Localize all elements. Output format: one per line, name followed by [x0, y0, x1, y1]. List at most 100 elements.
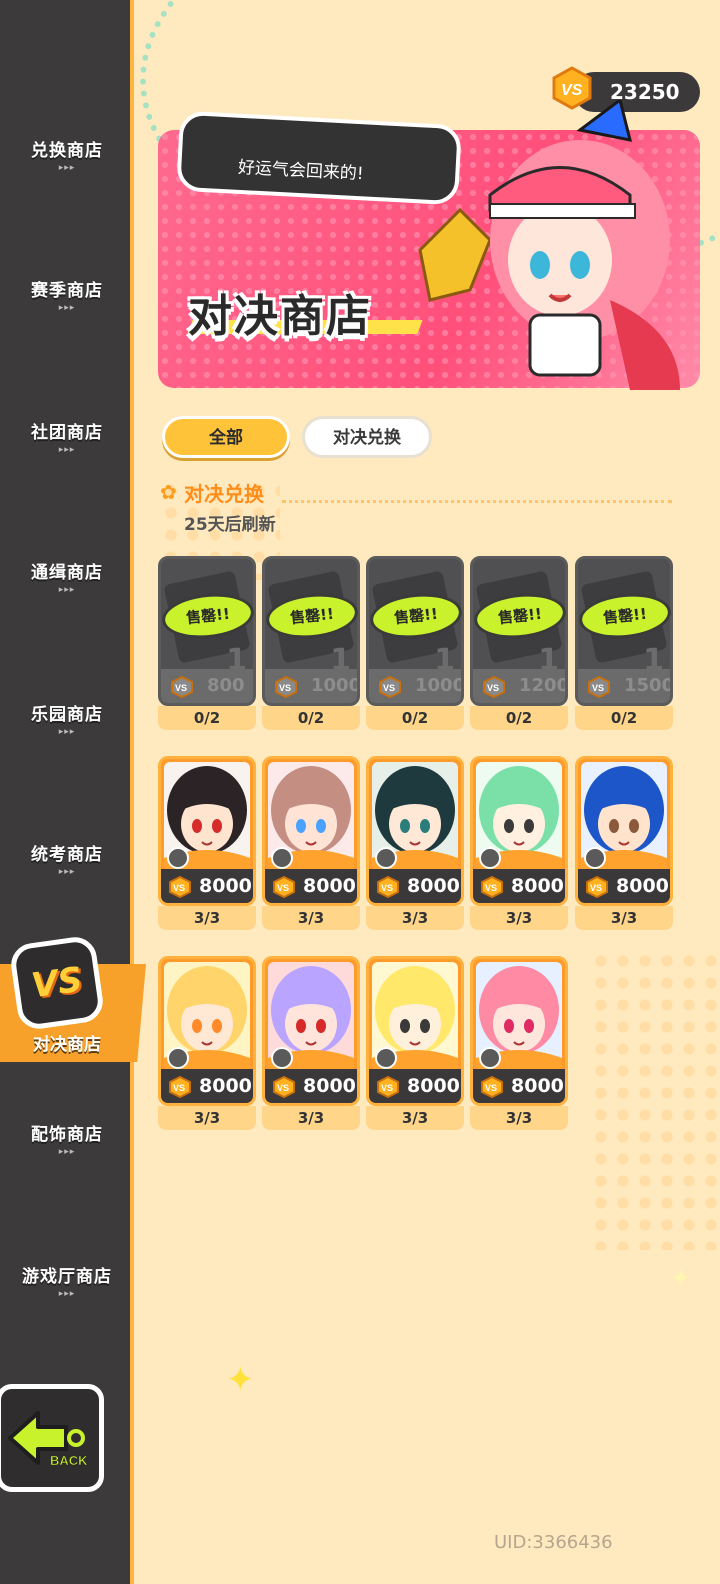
svg-text:VS: VS — [485, 1083, 497, 1093]
item-price: VS 8000 — [161, 1069, 253, 1103]
chevron-right-icon: ▸▸▸ — [58, 303, 76, 313]
shop-item-avatar[interactable]: VS 8000 3/3 — [575, 756, 673, 930]
svg-text:VS: VS — [277, 1083, 289, 1093]
tab-duel-exchange[interactable]: 对决兑换 — [302, 416, 432, 458]
shop-item-soldout[interactable]: 1 VS 1200 售罄!! 0/2 — [470, 556, 569, 730]
shop-item-avatar[interactable]: VS 8000 3/3 — [470, 956, 568, 1130]
purchase-limit: 0/2 — [575, 706, 673, 730]
item-card: VS 8000 — [366, 956, 464, 1106]
purchase-limit: 3/3 — [262, 1106, 360, 1130]
purchase-limit: 3/3 — [366, 1106, 464, 1130]
key-icon — [479, 1047, 501, 1069]
shop-item-soldout[interactable]: 1 VS 1000 售罄!! 0/2 — [366, 556, 465, 730]
mascot-character-illustration — [418, 100, 680, 390]
sidebar-item[interactable]: 赛季商店 ▸▸▸ — [0, 276, 134, 336]
item-price: VS 8000 — [161, 869, 253, 903]
purchase-limit: 3/3 — [158, 906, 256, 930]
key-icon — [375, 847, 397, 869]
shop-item-avatar[interactable]: VS 8000 3/3 — [366, 956, 464, 1130]
chevron-right-icon: ▸▸▸ — [58, 867, 76, 877]
chevron-right-icon: ▸▸▸ — [58, 163, 76, 173]
svg-text:VS: VS — [279, 683, 291, 693]
vs-coin-icon: VS — [586, 876, 608, 898]
svg-text:VS: VS — [175, 683, 187, 693]
sidebar-item-label: 统考商店 — [31, 845, 103, 865]
flower-icon: ✿ — [160, 480, 177, 504]
shop-item-soldout[interactable]: 1 VS 1000 售罄!! 0/2 — [262, 556, 361, 730]
shop-item-soldout[interactable]: 1 VS 800 售罄!! 0/2 — [158, 556, 257, 730]
item-price: VS 8000 — [473, 1069, 565, 1103]
sparkle-icon: ✦ — [226, 1360, 255, 1400]
sidebar-item[interactable]: 通缉商店 ▸▸▸ — [0, 558, 134, 618]
svg-text:VS: VS — [277, 883, 289, 893]
shop-sidebar: 兑换商店 ▸▸▸ 赛季商店 ▸▸▸ 社团商店 ▸▸▸ 通缉商店 ▸▸▸ 乐园商店 ▸▸▸ 统考商店 ▸… — [0, 0, 146, 1584]
section-divider — [282, 500, 672, 503]
shop-item-avatar[interactable]: VS 8000 3/3 — [158, 956, 256, 1130]
item-card: VS 8000 — [366, 756, 464, 906]
shop-item-avatar[interactable]: VS 8000 3/3 — [262, 756, 360, 930]
item-price: VS 1000 — [369, 669, 461, 703]
sidebar-item[interactable]: 统考商店 ▸▸▸ — [0, 840, 134, 900]
svg-text:VS: VS — [592, 683, 604, 693]
svg-text:VS: VS — [173, 1083, 185, 1093]
svg-text:VS: VS — [381, 883, 393, 893]
back-button[interactable]: BACK — [0, 1384, 104, 1492]
vs-coin-icon: VS — [483, 676, 505, 698]
purchase-limit: 3/3 — [470, 906, 568, 930]
purchase-limit: 0/2 — [470, 706, 568, 730]
chevron-right-icon: ▸▸▸ — [58, 1289, 76, 1299]
chevron-right-icon: ▸▸▸ — [58, 445, 76, 455]
sidebar-item-label: 配饰商店 — [31, 1125, 103, 1145]
item-price: VS 8000 — [369, 869, 461, 903]
sidebar-item-label: 社团商店 — [31, 423, 103, 443]
shop-item-avatar[interactable]: VS 8000 3/3 — [158, 756, 256, 930]
sidebar-item[interactable]: 游戏厅商店 ▸▸▸ — [0, 1262, 134, 1322]
item-price: VS 8000 — [473, 869, 565, 903]
vs-badge-icon[interactable]: VS — [8, 934, 106, 1032]
key-icon — [584, 847, 606, 869]
svg-text:VS: VS — [173, 883, 185, 893]
item-price: VS 8000 — [369, 1069, 461, 1103]
sidebar-item[interactable]: 社团商店 ▸▸▸ — [0, 418, 134, 478]
shop-item-avatar[interactable]: VS 8000 3/3 — [262, 956, 360, 1130]
shop-item-avatar[interactable]: VS 8000 3/3 — [470, 756, 568, 930]
item-card: VS 8000 — [470, 956, 568, 1106]
shop-item-avatar[interactable]: VS 8000 3/3 — [366, 756, 464, 930]
sidebar-item-duel-shop[interactable]: 对决商店 — [0, 1030, 134, 1055]
key-icon — [375, 1047, 397, 1069]
key-icon — [167, 847, 189, 869]
sidebar-item[interactable]: 乐园商店 ▸▸▸ — [0, 700, 134, 760]
back-arrow-icon: BACK — [8, 1411, 88, 1468]
vs-coin-icon: VS — [273, 876, 295, 898]
purchase-limit: 3/3 — [470, 1106, 568, 1130]
item-card: VS 8000 — [575, 756, 673, 906]
purchase-limit: 0/2 — [158, 706, 256, 730]
banner-title: 对决商店 — [188, 291, 372, 342]
key-icon — [167, 1047, 189, 1069]
item-card: VS 8000 — [158, 956, 256, 1106]
purchase-limit: 3/3 — [366, 906, 464, 930]
vs-coin-icon: VS — [171, 676, 193, 698]
purchase-limit: 0/2 — [262, 706, 360, 730]
purchase-limit: 3/3 — [262, 906, 360, 930]
chevron-right-icon: ▸▸▸ — [58, 1147, 76, 1157]
chevron-right-icon: ▸▸▸ — [58, 727, 76, 737]
purchase-limit: 3/3 — [575, 906, 673, 930]
item-card: VS 8000 — [470, 756, 568, 906]
item-price: VS 1500 — [578, 669, 670, 703]
sidebar-item[interactable]: 兑换商店 ▸▸▸ — [0, 136, 134, 196]
vs-coin-icon: VS — [169, 876, 191, 898]
item-card: VS 8000 — [262, 956, 360, 1106]
svg-text:VS: VS — [485, 883, 497, 893]
svg-text:VS: VS — [590, 883, 602, 893]
sidebar-item[interactable]: 配饰商店 ▸▸▸ — [0, 1120, 134, 1180]
purchase-limit: 0/2 — [366, 706, 464, 730]
shop-item-soldout[interactable]: 1 VS 1500 售罄!! 0/2 — [575, 556, 674, 730]
tab-all[interactable]: 全部 — [162, 416, 290, 458]
svg-text:VS: VS — [381, 1083, 393, 1093]
refresh-countdown: 25天后刷新 — [184, 515, 276, 535]
vs-coin-icon: VS — [481, 876, 503, 898]
svg-text:BACK: BACK — [50, 1453, 88, 1468]
sidebar-item-label: 通缉商店 — [31, 563, 103, 583]
vs-coin-icon: VS — [377, 876, 399, 898]
